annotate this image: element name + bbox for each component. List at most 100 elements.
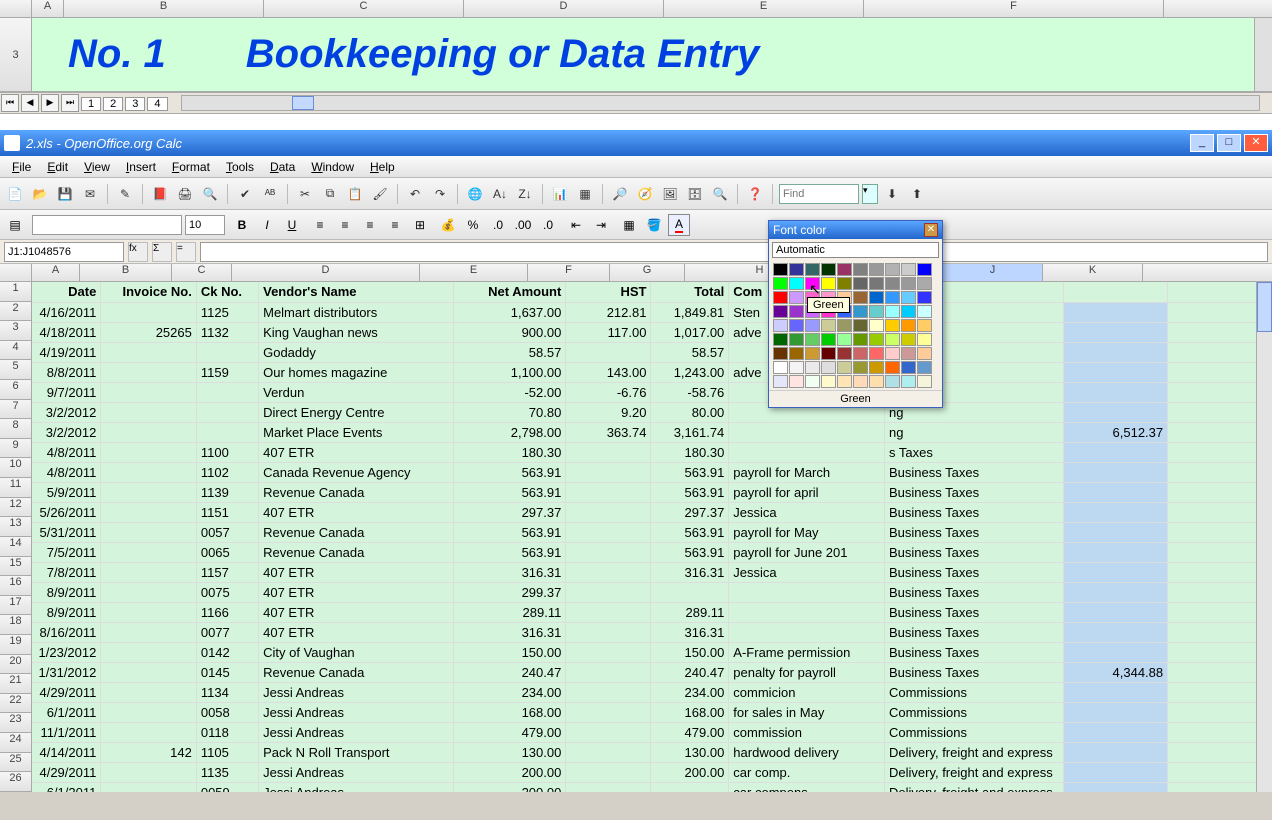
cell-G7[interactable]: 80.00 bbox=[651, 402, 729, 422]
cell-G22[interactable]: 168.00 bbox=[651, 702, 729, 722]
tab-nav-first-icon[interactable]: ⏮ bbox=[1, 94, 19, 112]
cell-B10[interactable] bbox=[101, 462, 196, 482]
color-swatch-61[interactable] bbox=[789, 347, 804, 360]
menu-window[interactable]: Window bbox=[303, 158, 362, 176]
cell-A9[interactable]: 4/8/2011 bbox=[32, 442, 101, 462]
cell-I19[interactable]: Business Taxes bbox=[884, 642, 1063, 662]
cell-H13[interactable]: payroll for May bbox=[729, 522, 885, 542]
cell-J16[interactable] bbox=[1064, 582, 1168, 602]
cell-H15[interactable]: Jessica bbox=[729, 562, 885, 582]
chart-icon[interactable]: 📊 bbox=[549, 183, 571, 205]
cell-E9[interactable]: 180.30 bbox=[454, 442, 566, 462]
decrease-indent-icon[interactable]: ⇤ bbox=[565, 214, 587, 236]
cell-H23[interactable]: commission bbox=[729, 722, 885, 742]
upper-col-A[interactable]: A bbox=[32, 0, 64, 17]
paste-icon[interactable]: 📋 bbox=[344, 183, 366, 205]
cell-H19[interactable]: A-Frame permission bbox=[729, 642, 885, 662]
cell-F12[interactable] bbox=[566, 502, 651, 522]
cell-C24[interactable]: 1105 bbox=[196, 742, 258, 762]
color-swatch-5[interactable] bbox=[853, 263, 868, 276]
cell-J17[interactable] bbox=[1064, 602, 1168, 622]
color-swatch-6[interactable] bbox=[869, 263, 884, 276]
color-swatch-81[interactable] bbox=[789, 375, 804, 388]
cell-J14[interactable] bbox=[1064, 542, 1168, 562]
cell-B4[interactable] bbox=[101, 342, 196, 362]
cell-E6[interactable]: -52.00 bbox=[454, 382, 566, 402]
cell-A11[interactable]: 5/9/2011 bbox=[32, 482, 101, 502]
cell-B21[interactable] bbox=[101, 682, 196, 702]
cell-J19[interactable] bbox=[1064, 642, 1168, 662]
find-next-icon[interactable]: ⬆ bbox=[906, 183, 928, 205]
cell-A15[interactable]: 7/8/2011 bbox=[32, 562, 101, 582]
column-header-E[interactable]: E bbox=[420, 264, 528, 281]
color-swatch-53[interactable] bbox=[821, 333, 836, 346]
cell-G17[interactable]: 289.11 bbox=[651, 602, 729, 622]
cell-C15[interactable]: 1157 bbox=[196, 562, 258, 582]
copy-icon[interactable]: ⧉ bbox=[319, 183, 341, 205]
cell-I23[interactable]: Commissions bbox=[884, 722, 1063, 742]
show-grid-icon[interactable]: ▦ bbox=[574, 183, 596, 205]
color-swatch-54[interactable] bbox=[837, 333, 852, 346]
cell-E7[interactable]: 70.80 bbox=[454, 402, 566, 422]
column-header-F[interactable]: F bbox=[528, 264, 610, 281]
underline-button[interactable]: U bbox=[281, 214, 303, 236]
cell-D18[interactable]: 407 ETR bbox=[259, 622, 454, 642]
cell-B14[interactable] bbox=[101, 542, 196, 562]
cell-I10[interactable]: Business Taxes bbox=[884, 462, 1063, 482]
bgcolor-icon[interactable]: 🪣 bbox=[643, 214, 665, 236]
upper-hscroll[interactable] bbox=[181, 95, 1261, 111]
cell-G16[interactable] bbox=[651, 582, 729, 602]
color-swatch-60[interactable] bbox=[773, 347, 788, 360]
cell-A7[interactable]: 3/2/2012 bbox=[32, 402, 101, 422]
cell-G11[interactable]: 563.91 bbox=[651, 482, 729, 502]
upper-col-C[interactable]: C bbox=[264, 0, 464, 17]
cell-C23[interactable]: 0118 bbox=[196, 722, 258, 742]
color-swatch-65[interactable] bbox=[853, 347, 868, 360]
cell-B18[interactable] bbox=[101, 622, 196, 642]
cell-H20[interactable]: penalty for payroll bbox=[729, 662, 885, 682]
color-swatch-82[interactable] bbox=[805, 375, 820, 388]
column-header-J[interactable]: J bbox=[943, 264, 1043, 281]
cell-J26[interactable] bbox=[1064, 782, 1168, 792]
align-left-icon[interactable]: ≡ bbox=[309, 214, 331, 236]
cell-C5[interactable]: 1159 bbox=[196, 362, 258, 382]
find-prev-icon[interactable]: ⬇ bbox=[881, 183, 903, 205]
color-swatch-0[interactable] bbox=[773, 263, 788, 276]
cell-D9[interactable]: 407 ETR bbox=[259, 442, 454, 462]
cell-B22[interactable] bbox=[101, 702, 196, 722]
cell-B23[interactable] bbox=[101, 722, 196, 742]
color-swatch-31[interactable] bbox=[789, 305, 804, 318]
tab-nav-prev-icon[interactable]: ◀ bbox=[21, 94, 39, 112]
cell-G25[interactable]: 200.00 bbox=[651, 762, 729, 782]
cell-A3[interactable]: 4/18/2011 bbox=[32, 322, 101, 342]
function-wizard-icon[interactable]: fx bbox=[128, 242, 148, 262]
font-name-select[interactable] bbox=[32, 215, 182, 235]
row-header-6[interactable]: 6 bbox=[0, 380, 32, 400]
cell-J3[interactable] bbox=[1064, 322, 1168, 342]
save-icon[interactable]: 💾 bbox=[54, 183, 76, 205]
align-right-icon[interactable]: ≡ bbox=[359, 214, 381, 236]
row-header-3[interactable]: 3 bbox=[0, 321, 32, 341]
cell-C11[interactable]: 1139 bbox=[196, 482, 258, 502]
color-swatch-74[interactable] bbox=[837, 361, 852, 374]
maximize-button[interactable]: □ bbox=[1217, 134, 1241, 152]
cell-E25[interactable]: 200.00 bbox=[454, 762, 566, 782]
cell-C2[interactable]: 1125 bbox=[196, 302, 258, 322]
new-icon[interactable]: 📄 bbox=[4, 183, 26, 205]
cell-C26[interactable]: 0059 bbox=[196, 782, 258, 792]
cell-G26[interactable] bbox=[651, 782, 729, 792]
cell-G24[interactable]: 130.00 bbox=[651, 742, 729, 762]
cell-I22[interactable]: Commissions bbox=[884, 702, 1063, 722]
color-swatch-14[interactable] bbox=[837, 277, 852, 290]
upper-col-E[interactable]: E bbox=[664, 0, 864, 17]
undo-icon[interactable]: ↶ bbox=[404, 183, 426, 205]
cell-D15[interactable]: 407 ETR bbox=[259, 562, 454, 582]
preview-icon[interactable]: 🔍 bbox=[199, 183, 221, 205]
cell-H16[interactable] bbox=[729, 582, 885, 602]
cell-J18[interactable] bbox=[1064, 622, 1168, 642]
color-swatch-4[interactable] bbox=[837, 263, 852, 276]
cell-A14[interactable]: 7/5/2011 bbox=[32, 542, 101, 562]
upper-col-D[interactable]: D bbox=[464, 0, 664, 17]
cell-B8[interactable] bbox=[101, 422, 196, 442]
cell-D23[interactable]: Jessi Andreas bbox=[259, 722, 454, 742]
